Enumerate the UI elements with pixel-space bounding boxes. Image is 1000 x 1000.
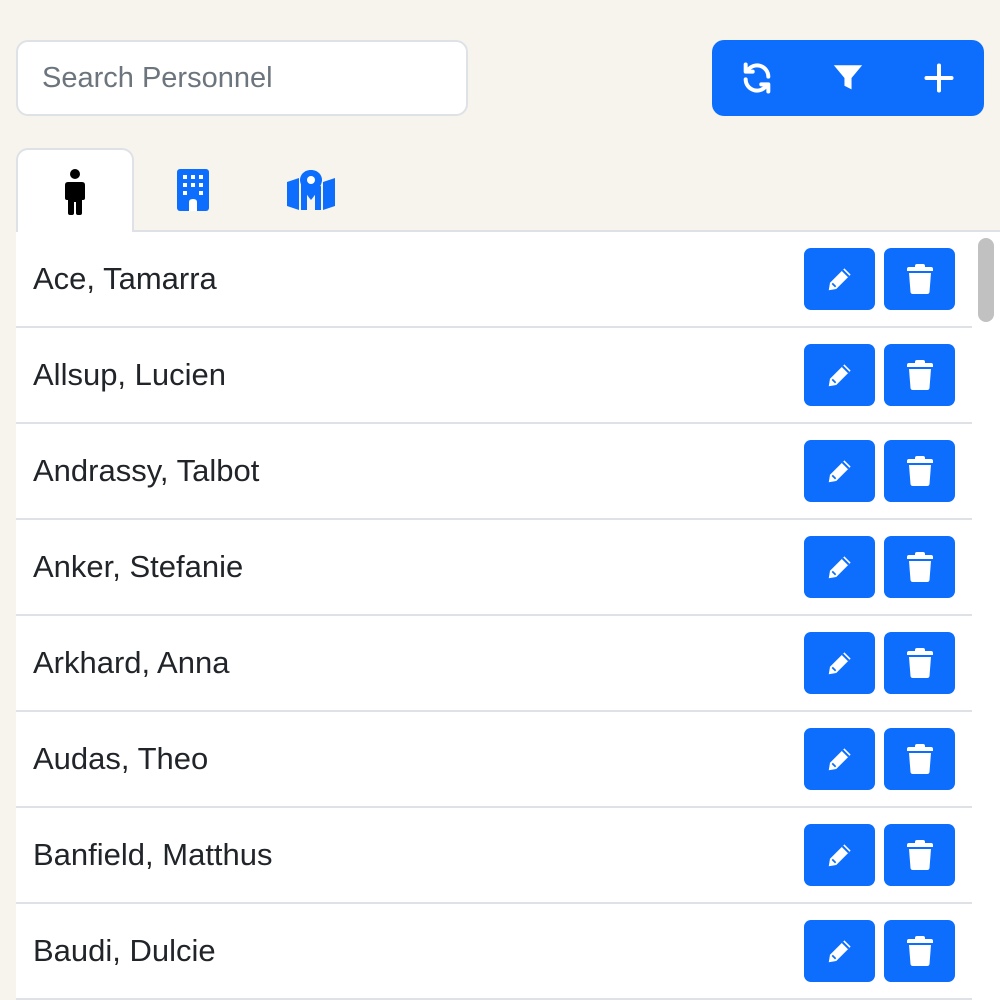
tab-bar [16,148,1000,234]
refresh-icon [744,62,771,94]
delete-button[interactable] [884,536,955,598]
pencil-icon [828,844,851,867]
map-location-icon [287,170,335,210]
row-actions [804,536,955,598]
table-row: Audas, Theo [16,712,972,808]
person-name: Ace, Tamarra [33,261,217,296]
pencil-icon [828,460,851,483]
add-button[interactable] [893,40,984,116]
table-row: Andrassy, Talbot [16,424,972,520]
trash-icon [906,648,933,678]
delete-button[interactable] [884,728,955,790]
table-row: Baudi, Dulcie [16,904,972,1000]
personnel-list: Ace, Tamarra Allsup, Lucien Andrassy, Ta… [16,232,972,1000]
edit-button[interactable] [804,248,875,310]
edit-button[interactable] [804,536,875,598]
person-icon [65,169,85,215]
trash-icon [906,264,933,294]
pencil-icon [828,268,851,291]
row-actions [804,632,955,694]
tab-departments[interactable] [134,148,252,232]
trash-icon [906,360,933,390]
table-row: Anker, Stefanie [16,520,972,616]
refresh-button[interactable] [712,40,803,116]
edit-button[interactable] [804,920,875,982]
delete-button[interactable] [884,344,955,406]
row-actions [804,920,955,982]
table-row: Arkhard, Anna [16,616,972,712]
person-name: Allsup, Lucien [33,357,227,392]
trash-icon [906,840,933,870]
delete-button[interactable] [884,248,955,310]
filter-icon [833,65,863,90]
pencil-icon [828,556,851,579]
person-name: Audas, Theo [33,741,209,776]
scrollbar-thumb[interactable] [978,238,994,322]
edit-button[interactable] [804,344,875,406]
person-name: Baudi, Dulcie [33,933,216,968]
delete-button[interactable] [884,440,955,502]
trash-icon [906,552,933,582]
person-name: Arkhard, Anna [33,645,230,680]
delete-button[interactable] [884,632,955,694]
table-row: Ace, Tamarra [16,232,972,328]
pencil-icon [828,364,851,387]
edit-button[interactable] [804,728,875,790]
edit-button[interactable] [804,632,875,694]
pencil-icon [828,748,851,771]
person-name: Anker, Stefanie [33,549,244,584]
plus-icon [924,63,954,93]
list-scrollbar[interactable] [972,232,1000,1000]
edit-button[interactable] [804,440,875,502]
row-actions [804,344,955,406]
row-actions [804,248,955,310]
person-name: Andrassy, Talbot [33,453,260,488]
building-icon [177,169,209,211]
delete-button[interactable] [884,920,955,982]
pencil-icon [828,940,851,963]
toolbar-button-group [712,40,984,116]
edit-button[interactable] [804,824,875,886]
table-row: Banfield, Matthus [16,808,972,904]
pencil-icon [828,652,851,675]
trash-icon [906,456,933,486]
person-name: Banfield, Matthus [33,837,273,872]
tab-locations[interactable] [252,148,370,232]
row-actions [804,440,955,502]
table-row: Allsup, Lucien [16,328,972,424]
row-actions [804,728,955,790]
delete-button[interactable] [884,824,955,886]
trash-icon [906,936,933,966]
filter-button[interactable] [803,40,894,116]
search-input[interactable] [16,40,468,116]
tab-personnel[interactable] [16,148,134,234]
row-actions [804,824,955,886]
trash-icon [906,744,933,774]
